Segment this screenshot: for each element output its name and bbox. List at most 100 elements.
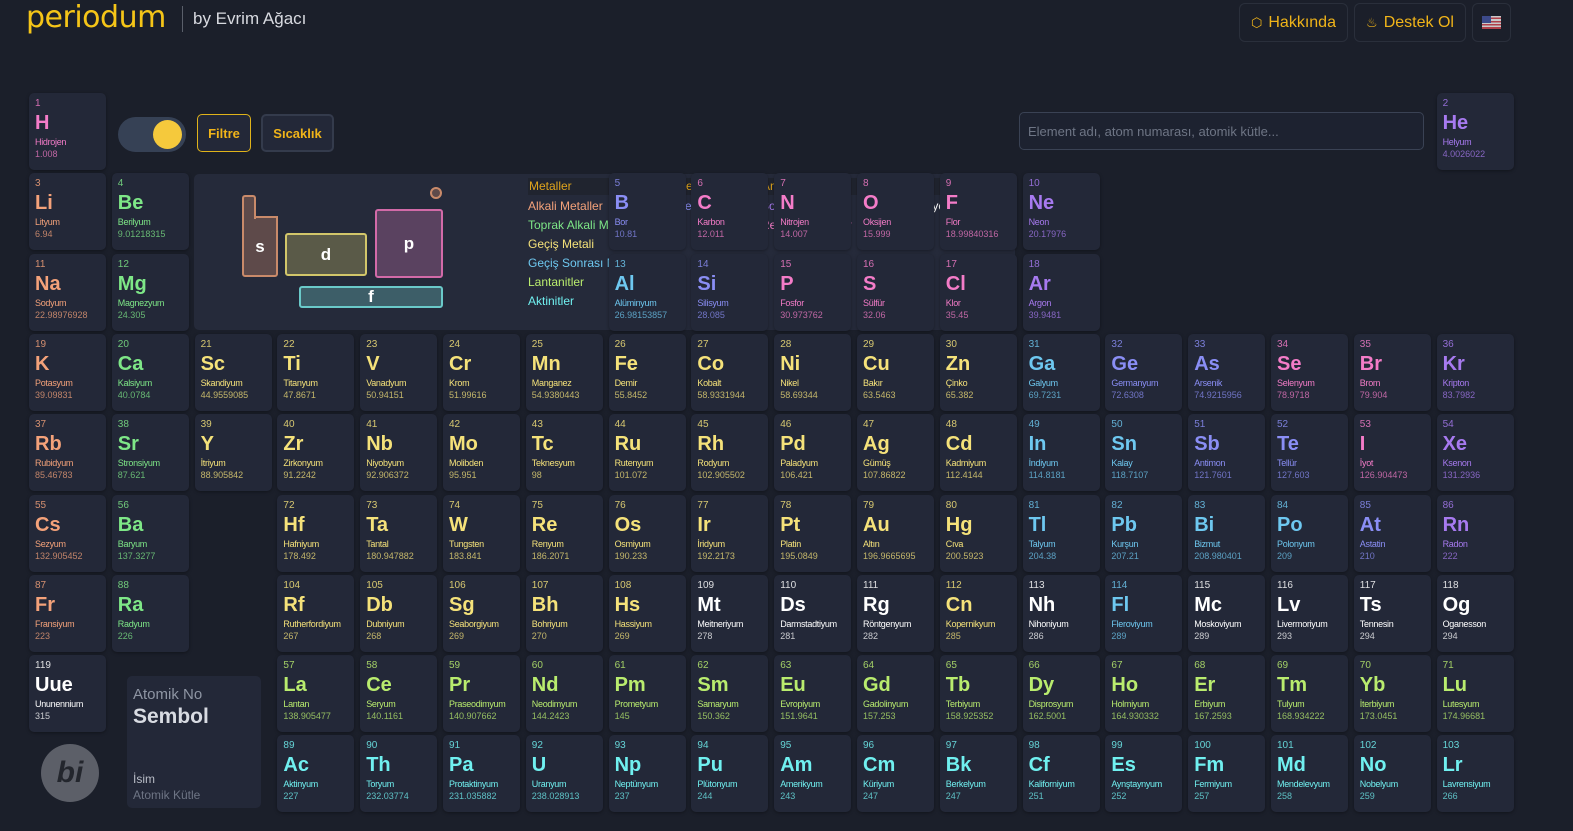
element-cell-au[interactable]: 79 Au Altın 196.9665695 <box>857 494 934 572</box>
element-cell-ca[interactable]: 20 Ca Kalsiyum 40.0784 <box>111 333 189 411</box>
element-cell-nb[interactable]: 41 Nb Niyobyum 92.906372 <box>360 414 438 492</box>
element-cell-ra[interactable]: 88 Ra Radyum 226 <box>111 574 189 652</box>
element-cell-cf[interactable]: 98 Cf Kaliforniyum 251 <box>1022 735 1100 813</box>
brand-badge[interactable]: bi <box>41 744 99 802</box>
element-cell-mc[interactable]: 115 Mc Moskoviyum 289 <box>1188 574 1266 652</box>
element-cell-c[interactable]: 6 C Karbon 12.011 <box>691 173 769 251</box>
element-cell-b[interactable]: 5 B Bor 10.81 <box>608 173 686 251</box>
element-cell-rn[interactable]: 86 Rn Radon 222 <box>1436 494 1514 572</box>
element-cell-lv[interactable]: 116 Lv Livermoriyum 293 <box>1271 574 1348 652</box>
element-cell-cd[interactable]: 48 Cd Kadmiyum 112.4144 <box>939 414 1017 492</box>
element-cell-la[interactable]: 57 La Lantan 138.905477 <box>277 655 355 733</box>
element-cell-sr[interactable]: 38 Sr Stronsiyum 87.621 <box>111 414 189 492</box>
element-cell-np[interactable]: 93 Np Neptünyum 237 <box>608 735 686 813</box>
element-cell-zn[interactable]: 30 Zn Çinko 65.382 <box>939 333 1017 411</box>
element-cell-sg[interactable]: 106 Sg Seaborgiyum 269 <box>443 574 520 652</box>
element-cell-lr[interactable]: 103 Lr Lavrensiyum 266 <box>1436 735 1514 813</box>
element-cell-hf[interactable]: 72 Hf Hafniyum 178.492 <box>277 494 355 572</box>
element-cell-mn[interactable]: 25 Mn Manganez 54.9380443 <box>525 333 603 411</box>
element-cell-md[interactable]: 101 Md Mendelevyum 258 <box>1271 735 1348 813</box>
element-cell-xe[interactable]: 54 Xe Ksenon 131.2936 <box>1436 414 1514 492</box>
element-cell-sc[interactable]: 21 Sc Skandiyum 44.9559085 <box>194 333 272 411</box>
element-cell-li[interactable]: 3 Li Lityum 6.94 <box>29 173 106 251</box>
element-cell-yb[interactable]: 70 Yb İterbiyum 173.0451 <box>1353 655 1431 733</box>
element-cell-co[interactable]: 27 Co Kobalt 58.9331944 <box>691 333 769 411</box>
element-cell-ge[interactable]: 32 Ge Germanyum 72.6308 <box>1105 333 1183 411</box>
element-cell-ts[interactable]: 117 Ts Tennesin 294 <box>1353 574 1431 652</box>
element-cell-p[interactable]: 15 P Fosfor 30.973762 <box>774 253 852 331</box>
element-cell-mt[interactable]: 109 Mt Meitneriyum 278 <box>691 574 769 652</box>
s-block[interactable]: s <box>242 216 278 277</box>
element-cell-cn[interactable]: 112 Cn Kopernikyum 285 <box>939 574 1017 652</box>
element-cell-zr[interactable]: 40 Zr Zirkonyum 91.2242 <box>277 414 355 492</box>
element-cell-uue[interactable]: 119 Uue Ununennium 315 <box>29 655 106 733</box>
element-cell-sn[interactable]: 50 Sn Kalay 118.7107 <box>1105 414 1183 492</box>
element-cell-rh[interactable]: 45 Rh Rodyum 102.905502 <box>691 414 769 492</box>
element-cell-ba[interactable]: 56 Ba Baryum 137.3277 <box>111 494 189 572</box>
filter-button[interactable]: Filtre <box>197 114 251 152</box>
element-cell-ir[interactable]: 77 Ir İridyum 192.2173 <box>691 494 769 572</box>
element-cell-bh[interactable]: 107 Bh Bohriyum 270 <box>525 574 603 652</box>
element-cell-at[interactable]: 85 At Astatin 210 <box>1353 494 1431 572</box>
element-cell-f[interactable]: 9 F Flor 18.99840316 <box>939 173 1017 251</box>
element-cell-as[interactable]: 33 As Arsenik 74.9215956 <box>1188 333 1266 411</box>
element-cell-u[interactable]: 92 U Uranyum 238.028913 <box>525 735 603 813</box>
element-cell-og[interactable]: 118 Og Oganesson 294 <box>1436 574 1514 652</box>
element-cell-pd[interactable]: 46 Pd Paladyum 106.421 <box>774 414 852 492</box>
temperature-button[interactable]: Sıcaklık <box>261 114 334 152</box>
element-cell-pa[interactable]: 91 Pa Protaktinyum 231.035882 <box>443 735 520 813</box>
d-block[interactable]: d <box>285 233 367 276</box>
element-cell-ti[interactable]: 22 Ti Titanyum 47.8671 <box>277 333 355 411</box>
element-cell-te[interactable]: 52 Te Tellür 127.603 <box>1271 414 1348 492</box>
element-cell-al[interactable]: 13 Al Alüminyum 26.98153857 <box>608 253 686 331</box>
element-cell-no[interactable]: 102 No Nobelyum 259 <box>1353 735 1431 813</box>
element-cell-ar[interactable]: 18 Ar Argon 39.9481 <box>1022 253 1100 331</box>
element-cell-na[interactable]: 11 Na Sodyum 22.98976928 <box>29 253 106 331</box>
element-cell-mg[interactable]: 12 Mg Magnezyum 24.305 <box>111 253 189 331</box>
element-cell-ni[interactable]: 28 Ni Nikel 58.69344 <box>774 333 852 411</box>
element-cell-re[interactable]: 75 Re Renyum 186.2071 <box>525 494 603 572</box>
periodum-logo[interactable]: periodum <box>26 0 166 35</box>
element-cell-gd[interactable]: 64 Gd Gadolinyum 157.253 <box>857 655 934 733</box>
about-button[interactable]: ⬡ Hakkında <box>1239 3 1348 42</box>
element-cell-tc[interactable]: 43 Tc Teknesyum 98 <box>525 414 603 492</box>
element-cell-kr[interactable]: 36 Kr Kripton 83.7982 <box>1436 333 1514 411</box>
element-cell-si[interactable]: 14 Si Silisyum 28.085 <box>691 253 769 331</box>
element-cell-pb[interactable]: 82 Pb Kurşun 207.21 <box>1105 494 1183 572</box>
element-cell-y[interactable]: 39 Y İtriyum 88.905842 <box>194 414 272 492</box>
element-cell-v[interactable]: 23 V Vanadyum 50.94151 <box>360 333 438 411</box>
element-cell-ne[interactable]: 10 Ne Neon 20.17976 <box>1022 173 1100 251</box>
element-cell-pm[interactable]: 61 Pm Prometyum 145 <box>608 655 686 733</box>
element-cell-ru[interactable]: 44 Ru Rutenyum 101.072 <box>608 414 686 492</box>
element-cell-cs[interactable]: 55 Cs Sezyum 132.905452 <box>29 494 106 572</box>
element-cell-es[interactable]: 99 Es Aynştaynyum 252 <box>1105 735 1183 813</box>
theme-toggle[interactable] <box>118 117 186 152</box>
element-cell-pt[interactable]: 78 Pt Platin 195.0849 <box>774 494 852 572</box>
element-cell-ds[interactable]: 110 Ds Darmstadtiyum 281 <box>774 574 852 652</box>
element-cell-ac[interactable]: 89 Ac Aktinyum 227 <box>277 735 355 813</box>
f-block[interactable]: f <box>299 286 443 308</box>
element-cell-ce[interactable]: 58 Ce Seryum 140.1161 <box>360 655 438 733</box>
element-cell-dy[interactable]: 66 Dy Disprosyum 162.5001 <box>1022 655 1100 733</box>
element-cell-k[interactable]: 19 K Potasyum 39.09831 <box>29 333 106 411</box>
element-cell-o[interactable]: 8 O Oksijen 15.999 <box>857 173 934 251</box>
element-cell-fl[interactable]: 114 Fl Fleroviyum 289 <box>1105 574 1183 652</box>
element-cell-db[interactable]: 105 Db Dubniyum 268 <box>360 574 438 652</box>
support-button[interactable]: ♨ Destek Ol <box>1354 3 1466 42</box>
element-cell-nh[interactable]: 113 Nh Nihoniyum 286 <box>1022 574 1100 652</box>
element-cell-am[interactable]: 95 Am Amerikyum 243 <box>774 735 852 813</box>
element-cell-rf[interactable]: 104 Rf Rutherfordiyum 267 <box>277 574 355 652</box>
element-cell-cm[interactable]: 96 Cm Küriyum 247 <box>857 735 934 813</box>
element-cell-cl[interactable]: 17 Cl Klor 35.45 <box>939 253 1017 331</box>
element-cell-n[interactable]: 7 N Nitrojen 14.007 <box>774 173 852 251</box>
element-cell-lu[interactable]: 71 Lu Lutesyum 174.96681 <box>1436 655 1514 733</box>
element-cell-in[interactable]: 49 In İndiyum 114.8181 <box>1022 414 1100 492</box>
element-cell-ta[interactable]: 73 Ta Tantal 180.947882 <box>360 494 438 572</box>
element-cell-he[interactable]: 2 He Helyum 4.0026022 <box>1436 93 1514 170</box>
element-cell-cu[interactable]: 29 Cu Bakır 63.5463 <box>857 333 934 411</box>
element-cell-fe[interactable]: 26 Fe Demir 55.8452 <box>608 333 686 411</box>
element-cell-hg[interactable]: 80 Hg Cıva 200.5923 <box>939 494 1017 572</box>
element-cell-tb[interactable]: 65 Tb Terbiyum 158.925352 <box>939 655 1017 733</box>
helium-block-dot[interactable] <box>430 187 442 199</box>
element-cell-os[interactable]: 76 Os Osmiyum 190.233 <box>608 494 686 572</box>
